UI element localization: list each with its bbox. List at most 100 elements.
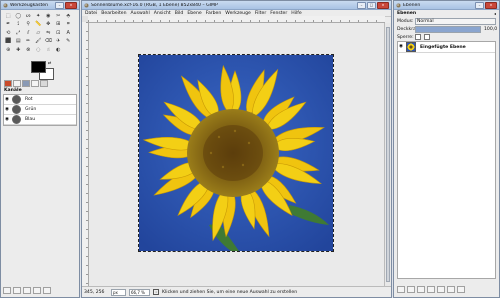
close-button[interactable]: ×: [65, 2, 77, 9]
perspective-icon[interactable]: ▱: [35, 30, 42, 37]
zoom-select[interactable]: 66,7 %: [129, 288, 150, 296]
blend-icon[interactable]: ▤: [15, 39, 22, 46]
measure-icon[interactable]: 📏: [35, 22, 42, 29]
swap-colors-icon[interactable]: ⇄: [48, 60, 51, 65]
horizontal-ruler[interactable]: [88, 16, 385, 23]
scissors-icon[interactable]: ✂: [55, 13, 62, 20]
perspective-clone-icon[interactable]: ⊗: [25, 47, 32, 54]
menu-item-fenster[interactable]: Fenster: [270, 11, 287, 16]
raise-channel-icon[interactable]: [13, 287, 21, 294]
toolbox-titlebar[interactable]: Werkzeugkasten – ×: [1, 1, 79, 10]
images-tab-icon[interactable]: [31, 80, 39, 87]
visibility-eye-icon[interactable]: ◉: [4, 107, 10, 112]
scale-icon[interactable]: ⤢: [15, 30, 22, 37]
rect-select-icon[interactable]: ⬚: [5, 13, 12, 20]
lock-pixels-checkbox[interactable]: [415, 34, 421, 40]
channel-row[interactable]: ◉ Blau: [4, 115, 76, 125]
menu-item-hilfe[interactable]: Hilfe: [291, 11, 301, 16]
duplicate-layer-icon[interactable]: [427, 285, 435, 293]
menu-item-bearbeiten[interactable]: Bearbeiten: [101, 11, 126, 16]
new-layer-icon[interactable]: [397, 285, 405, 293]
delete-channel-icon[interactable]: [43, 287, 51, 294]
pencil-icon[interactable]: ✏: [25, 39, 32, 46]
device-status-tab-icon[interactable]: [13, 80, 21, 87]
clone-icon[interactable]: ⊕: [5, 47, 12, 54]
lock-alpha-checkbox[interactable]: [424, 34, 430, 40]
airbrush-icon[interactable]: ✈: [55, 39, 62, 46]
flip-icon[interactable]: ⇋: [45, 30, 52, 37]
menu-item-farben[interactable]: Farben: [206, 11, 222, 16]
menu-item-auswahl[interactable]: Auswahl: [131, 11, 150, 16]
menu-item-werkzeuge[interactable]: Werkzeuge: [225, 11, 251, 16]
tool-options-tab-icon[interactable]: [4, 80, 12, 87]
canvas-area[interactable]: [89, 23, 384, 286]
color-picker-icon[interactable]: ⟟: [15, 22, 22, 29]
bucket-fill-icon[interactable]: ⬛: [5, 39, 12, 46]
color-swatches: ⇄: [31, 60, 54, 80]
smudge-icon[interactable]: ☝: [45, 47, 52, 54]
blur-icon[interactable]: ◌: [35, 47, 42, 54]
visibility-eye-icon[interactable]: ◉: [398, 44, 404, 49]
align-icon[interactable]: ⊞: [55, 22, 62, 29]
minimize-button[interactable]: –: [475, 2, 484, 9]
anchor-layer-icon[interactable]: [437, 285, 445, 293]
eraser-icon[interactable]: ⌫: [45, 39, 52, 46]
layer-row[interactable]: ◉ Eingefügte Ebene: [398, 42, 495, 53]
menu-item-ebene[interactable]: Ebene: [187, 11, 201, 16]
paths-icon[interactable]: ✒: [5, 22, 12, 29]
raise-layer-icon[interactable]: [407, 285, 415, 293]
image-window-titlebar[interactable]: Sonnenblume.xcf-16.0 (RGB, 1 Ebene) 852x…: [82, 1, 391, 10]
lower-channel-icon[interactable]: [23, 287, 31, 294]
lasso-icon[interactable]: ᔕ: [25, 13, 32, 20]
foreground-color-swatch[interactable]: [31, 61, 46, 73]
new-channel-icon[interactable]: [3, 287, 11, 294]
foreground-select-icon[interactable]: ⬘: [65, 13, 72, 20]
lower-layer-icon[interactable]: [417, 285, 425, 293]
fuzzy-select-icon[interactable]: ✦: [35, 13, 42, 20]
move-icon[interactable]: ✥: [45, 22, 52, 29]
layers-titlebar[interactable]: Ebenen – ×: [394, 1, 499, 10]
close-button[interactable]: ×: [377, 2, 389, 9]
channels-tab-icon[interactable]: [40, 80, 48, 87]
color-select-icon[interactable]: ◉: [45, 13, 52, 20]
delete-layer-icon[interactable]: [457, 285, 465, 293]
visibility-eye-icon[interactable]: ◉: [4, 97, 10, 102]
rotate-icon[interactable]: ⟲: [5, 30, 12, 37]
channel-row[interactable]: ◉ Grün: [4, 105, 76, 115]
layers-tab[interactable]: Ebenen: [397, 11, 416, 16]
close-button[interactable]: ×: [485, 2, 497, 9]
zoom-icon[interactable]: ⚲: [25, 22, 32, 29]
visibility-eye-icon[interactable]: ◉: [4, 117, 10, 122]
shear-icon[interactable]: ⫽: [25, 30, 32, 37]
cage-icon[interactable]: ⊡: [55, 30, 62, 37]
menu-item-datei[interactable]: Datei: [85, 11, 97, 16]
vertical-ruler[interactable]: [82, 22, 89, 286]
duplicate-channel-icon[interactable]: [33, 287, 41, 294]
channel-list: ◉ Rot ◉ Grün ◉ Blau: [3, 94, 77, 126]
mask-layer-icon[interactable]: [447, 285, 455, 293]
ellipse-select-icon[interactable]: ◯: [15, 13, 22, 20]
opacity-slider[interactable]: [415, 25, 481, 33]
minimize-button[interactable]: –: [55, 2, 64, 9]
undo-history-tab-icon[interactable]: [22, 80, 30, 87]
channel-row[interactable]: ◉ Rot: [4, 95, 76, 105]
vertical-scrollbar[interactable]: [384, 23, 391, 286]
heal-icon[interactable]: ✚: [15, 47, 22, 54]
opacity-value[interactable]: 100,0: [484, 27, 497, 32]
paintbrush-icon[interactable]: 🖌: [35, 39, 42, 46]
menu-item-filter[interactable]: Filter: [255, 11, 266, 16]
menu-item-bild[interactable]: Bild: [175, 11, 184, 16]
lock-row: Sperre:: [397, 34, 496, 40]
vertical-scrollbar-thumb[interactable]: [386, 27, 390, 282]
dodge-burn-icon[interactable]: ◐: [55, 47, 62, 54]
menu-item-ansicht[interactable]: Ansicht: [154, 11, 171, 16]
text-icon[interactable]: A: [65, 30, 72, 37]
image-canvas[interactable]: [138, 54, 334, 252]
layers-tab-menu-icon[interactable]: ◂: [494, 11, 496, 16]
crop-icon[interactable]: ⌗: [65, 22, 72, 29]
maximize-button[interactable]: □: [367, 2, 376, 9]
ink-icon[interactable]: ✎: [65, 39, 72, 46]
minimize-button[interactable]: –: [357, 2, 366, 9]
mode-select[interactable]: Normal: [415, 17, 496, 25]
unit-select[interactable]: px: [111, 288, 126, 296]
